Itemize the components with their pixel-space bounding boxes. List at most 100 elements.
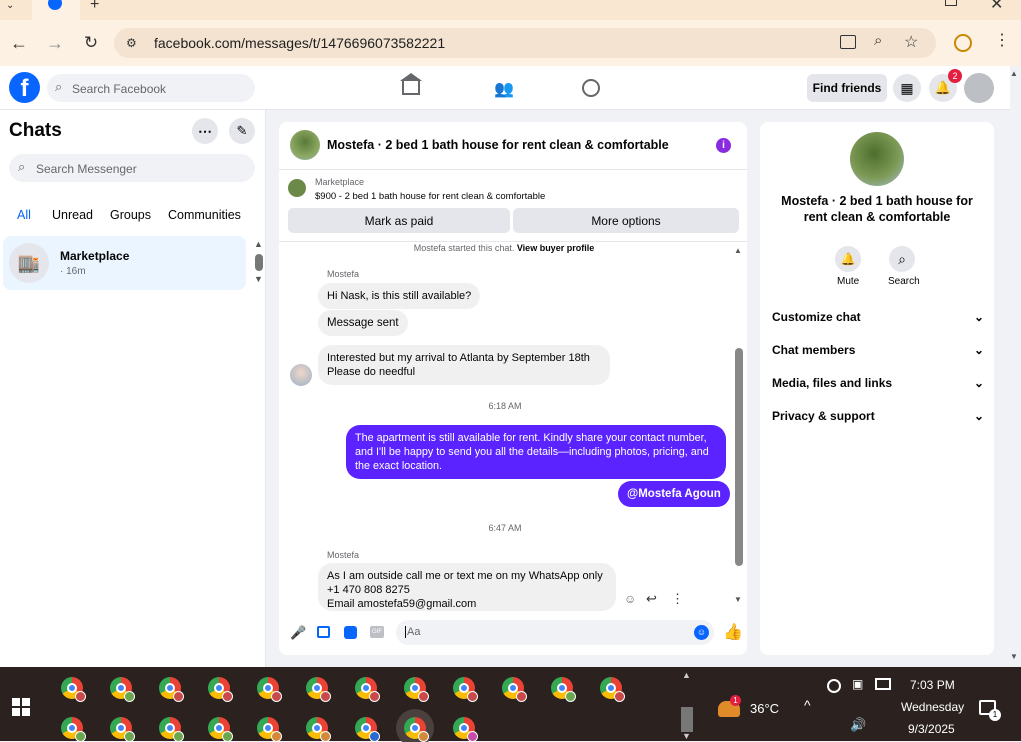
view-buyer-profile-link[interactable]: View buyer profile xyxy=(517,243,594,253)
like-thumb-icon[interactable]: 👍 xyxy=(723,622,743,642)
install-app-icon[interactable] xyxy=(840,35,856,49)
new-tab-plus-icon[interactable]: + xyxy=(90,0,99,14)
address-bar[interactable]: ⚙ facebook.com/messages/t/14766960735822… xyxy=(114,28,936,58)
friends-icon[interactable]: 👥 xyxy=(494,79,514,99)
mark-as-paid-button[interactable]: Mark as paid xyxy=(288,208,510,233)
more-options-button[interactable]: More options xyxy=(513,208,739,233)
temperature[interactable]: 36°C xyxy=(750,701,779,716)
listing-thumbnail[interactable] xyxy=(288,179,306,197)
speaker-icon[interactable]: 🔊 xyxy=(850,717,866,733)
chrome-profile-icon[interactable] xyxy=(502,677,527,702)
chrome-profile-icon[interactable] xyxy=(355,677,380,702)
mute-bell-icon[interactable]: 🔔 xyxy=(835,246,861,272)
reload-icon[interactable]: ↻ xyxy=(79,31,103,55)
browser-menu-icon[interactable]: ⋮ xyxy=(994,30,1010,50)
chrome-profile-icon[interactable] xyxy=(404,717,429,742)
customize-chat-row[interactable]: Customize chat ⌄ xyxy=(772,307,984,327)
gif-icon[interactable]: GIF xyxy=(370,626,384,638)
clock-time[interactable]: 7:03 PM xyxy=(910,678,955,692)
taskbar-scroll-down-icon[interactable]: ▼ xyxy=(682,731,691,741)
message-bubble[interactable]: Hi Nask, is this still available? xyxy=(318,283,481,309)
conversation-item-marketplace[interactable]: 🏬 Marketplace · 16m xyxy=(3,236,246,290)
restore-window-icon[interactable] xyxy=(945,0,957,6)
chrome-profile-icon[interactable] xyxy=(159,677,184,702)
clock-date[interactable]: 9/3/2025 xyxy=(908,722,955,736)
info-avatar[interactable] xyxy=(850,132,904,186)
forward-arrow-icon[interactable]: → xyxy=(43,31,67,55)
message-bubble[interactable]: As I am outside call me or text me on my… xyxy=(318,563,616,611)
site-settings-icon[interactable]: ⚙ xyxy=(126,36,142,50)
sidebar-scrollbar-down-icon[interactable]: ▼ xyxy=(254,274,263,284)
chrome-profile-icon[interactable] xyxy=(355,717,380,742)
facebook-logo-icon[interactable]: f xyxy=(9,72,40,103)
chat-title[interactable]: Mostefa · 2 bed 1 bath house for rent cl… xyxy=(327,138,669,152)
filter-communities[interactable]: Communities xyxy=(168,208,241,222)
chat-options-icon[interactable]: ⋯ xyxy=(192,118,218,144)
chat-avatar[interactable] xyxy=(290,130,320,160)
message-bubble[interactable]: Interested but my arrival to Atlanta by … xyxy=(318,345,610,385)
chat-members-row[interactable]: Chat members ⌄ xyxy=(772,340,984,360)
groups-icon[interactable] xyxy=(582,79,600,97)
close-window-icon[interactable]: ✕ xyxy=(990,0,1003,14)
filter-unread[interactable]: Unread xyxy=(52,208,93,222)
chrome-profile-icon[interactable] xyxy=(208,717,233,742)
search-conversation-icon[interactable]: ⌕ xyxy=(889,246,915,272)
more-actions-icon[interactable]: ⋮ xyxy=(671,591,684,607)
clock-day[interactable]: Wednesday xyxy=(901,700,964,714)
sidebar-scrollbar-thumb[interactable] xyxy=(255,254,263,271)
my-message-bubble[interactable]: The apartment is still available for ren… xyxy=(346,425,726,479)
bookmark-star-icon[interactable]: ☆ xyxy=(904,32,918,52)
media-files-row[interactable]: Media, files and links ⌄ xyxy=(772,373,984,393)
privacy-support-row[interactable]: Privacy & support ⌄ xyxy=(772,406,984,426)
chrome-profile-icon[interactable] xyxy=(306,677,331,702)
reply-arrow-icon[interactable]: ↩ xyxy=(646,591,657,607)
chrome-profile-icon[interactable] xyxy=(453,717,478,742)
find-friends-button[interactable]: Find friends xyxy=(807,74,887,102)
filter-groups[interactable]: Groups xyxy=(110,208,151,222)
record-icon[interactable] xyxy=(827,679,841,693)
chrome-profile-icon[interactable] xyxy=(159,717,184,742)
sticker-icon[interactable] xyxy=(344,626,357,639)
chrome-profile-icon[interactable] xyxy=(110,677,135,702)
show-hidden-icons-icon[interactable]: ^ xyxy=(804,697,811,713)
chrome-profile-icon[interactable] xyxy=(404,677,429,702)
sidebar-scrollbar-up-icon[interactable]: ▲ xyxy=(254,239,263,249)
page-scroll-up-icon[interactable]: ▲ xyxy=(1010,69,1018,78)
react-emoji-icon[interactable]: ☺ xyxy=(624,592,636,606)
message-input[interactable]: Aa ☺ xyxy=(396,620,714,645)
sender-avatar[interactable] xyxy=(290,364,312,386)
back-arrow-icon[interactable]: ← xyxy=(7,31,31,55)
account-avatar[interactable] xyxy=(964,73,994,103)
taskbar-scroll-up-icon[interactable]: ▲ xyxy=(682,670,691,680)
tab-search-chevron-icon[interactable]: ⌄ xyxy=(6,0,26,12)
chat-scroll-up-icon[interactable]: ▲ xyxy=(734,246,742,255)
chrome-profile-icon[interactable] xyxy=(257,677,282,702)
message-bubble[interactable]: Message sent xyxy=(318,310,408,336)
zoom-magnifier-icon[interactable]: ⌕ xyxy=(874,32,882,49)
chrome-profile-icon[interactable] xyxy=(208,677,233,702)
mention-bubble[interactable]: @Mostefa Agoun xyxy=(618,481,730,507)
conversation-info-icon[interactable]: i xyxy=(716,138,731,153)
menu-grid-icon[interactable]: ▦ xyxy=(893,74,921,102)
chrome-profile-icon[interactable] xyxy=(551,677,576,702)
emoji-picker-icon[interactable]: ☺ xyxy=(694,625,709,640)
chrome-profile-icon[interactable] xyxy=(61,717,86,742)
listing-title[interactable]: $900 - 2 bed 1 bath house for rent clean… xyxy=(315,191,545,202)
chrome-profile-icon[interactable] xyxy=(61,677,86,702)
chrome-profile-icon[interactable] xyxy=(600,677,625,702)
display-icon[interactable] xyxy=(875,678,891,690)
active-tab[interactable] xyxy=(32,0,80,20)
home-icon[interactable] xyxy=(402,79,420,95)
url-text[interactable]: facebook.com/messages/t/1476696073582221 xyxy=(154,35,445,51)
filter-all[interactable]: All xyxy=(17,208,31,222)
chrome-profile-icon[interactable] xyxy=(306,717,331,742)
profile-account-icon[interactable] xyxy=(954,34,972,52)
microphone-icon[interactable]: 🎤 xyxy=(290,625,306,641)
chrome-profile-icon[interactable] xyxy=(110,717,135,742)
chat-scrollbar-thumb[interactable] xyxy=(735,348,743,566)
chrome-profile-icon[interactable] xyxy=(257,717,282,742)
facebook-search-box[interactable]: ⌕ Search Facebook xyxy=(47,74,255,102)
new-message-icon[interactable]: ✎ xyxy=(229,118,255,144)
taskbar-scroll-thumb[interactable] xyxy=(681,707,693,732)
messenger-search-box[interactable]: ⌕ Search Messenger xyxy=(9,154,255,182)
